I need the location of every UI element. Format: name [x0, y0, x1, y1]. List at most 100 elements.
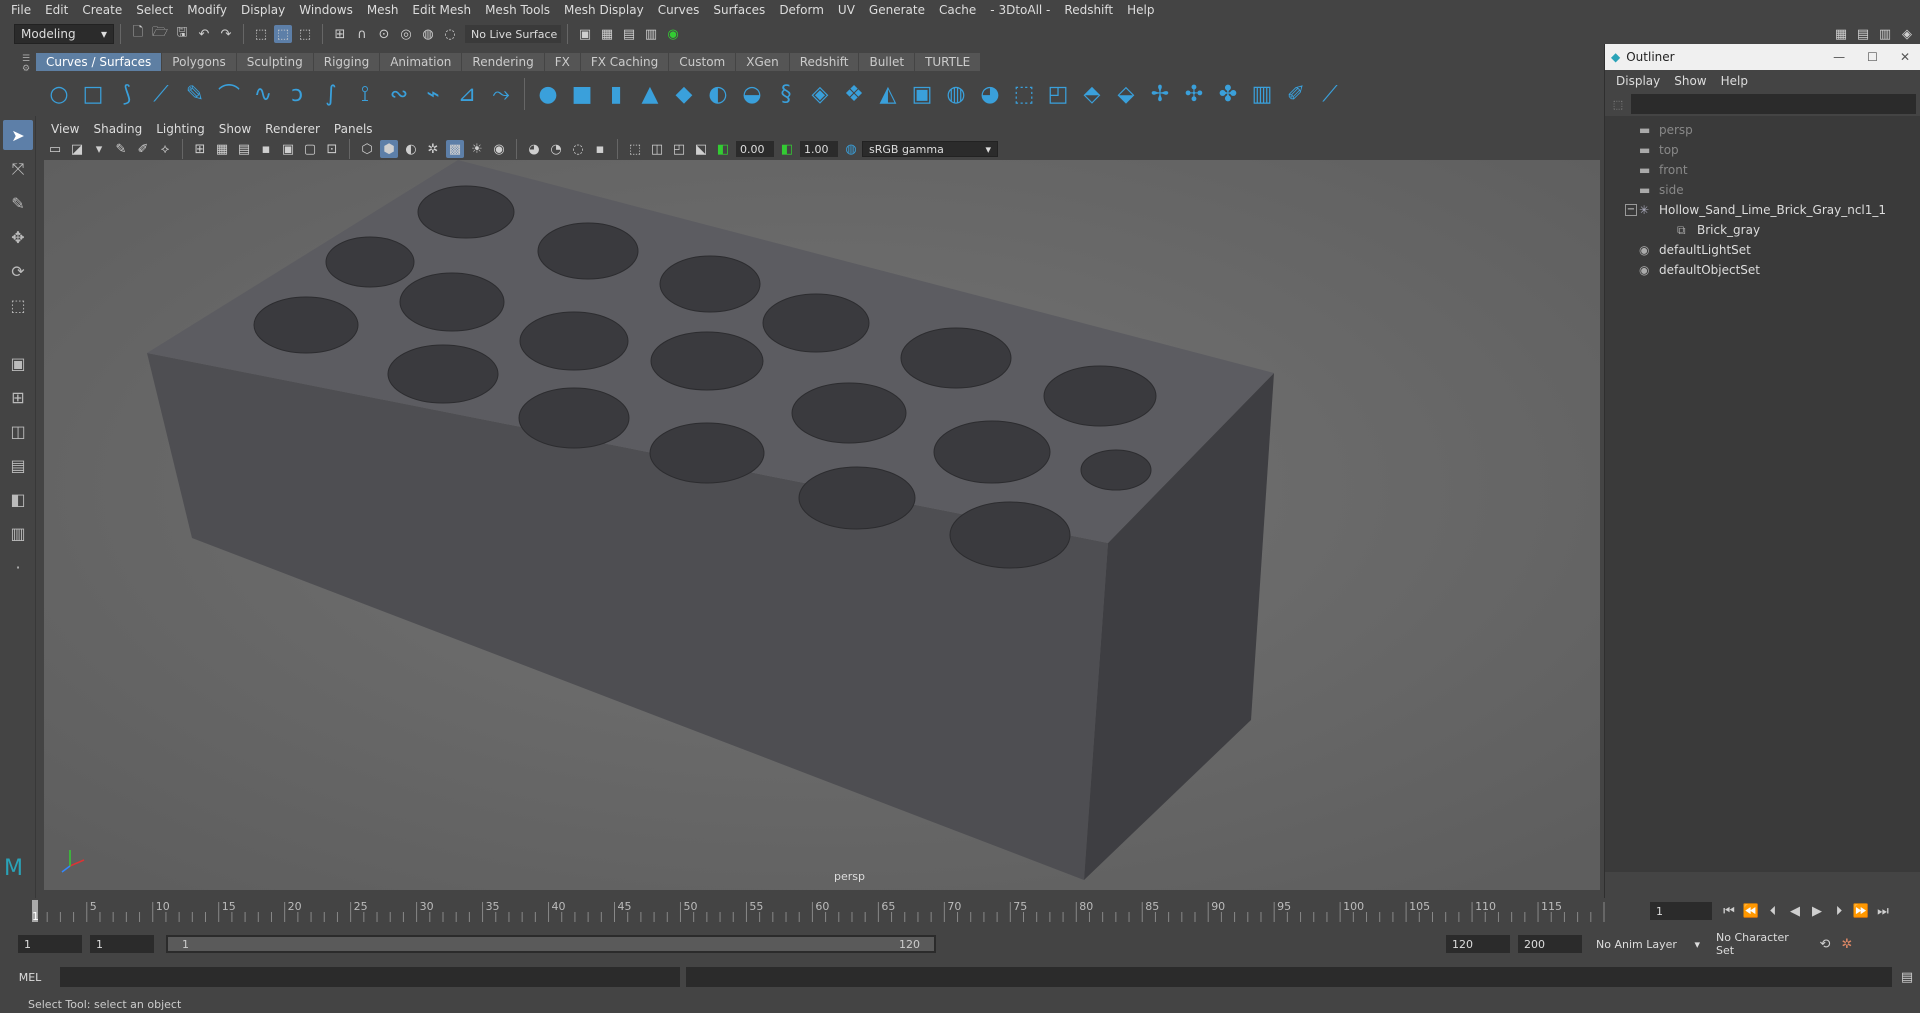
- outliner-item[interactable]: ◉ defaultLightSet: [1605, 240, 1920, 260]
- menu-mesh-tools[interactable]: Mesh Tools: [478, 3, 557, 17]
- command-language-label[interactable]: MEL: [0, 971, 60, 984]
- image-plane-icon[interactable]: ✎: [112, 140, 130, 158]
- torus-icon[interactable]: ◐: [703, 79, 733, 109]
- workspace-icon[interactable]: ◈: [1898, 25, 1916, 43]
- anti-aliasing-icon[interactable]: ◌: [569, 140, 587, 158]
- sphere-icon[interactable]: ●: [533, 79, 563, 109]
- animation-end-field[interactable]: 200: [1518, 935, 1582, 953]
- single-perspective-layout-icon[interactable]: ▣: [3, 348, 33, 378]
- menu-windows[interactable]: Windows: [292, 3, 360, 17]
- exposure-icon[interactable]: ◧: [714, 140, 732, 158]
- menu-cache[interactable]: Cache: [932, 3, 983, 17]
- curve-tool-icon[interactable]: ⊿: [452, 79, 482, 109]
- select-object-icon[interactable]: ⬚: [274, 25, 292, 43]
- square-curve-icon[interactable]: □: [78, 79, 108, 109]
- range-slider[interactable]: 1 120: [166, 935, 936, 953]
- maximize-icon[interactable]: ☐: [1867, 50, 1878, 64]
- outliner-item[interactable]: ▬ top: [1605, 140, 1920, 160]
- shelf-tab-animation[interactable]: Animation: [380, 53, 462, 71]
- step-back-key-icon[interactable]: ⏪: [1742, 902, 1760, 920]
- default-material-icon[interactable]: ◐: [402, 140, 420, 158]
- curve-tool-icon[interactable]: ∾: [384, 79, 414, 109]
- animation-start-field[interactable]: 1: [18, 935, 82, 953]
- screen-space-ao-icon[interactable]: ◕: [525, 140, 543, 158]
- surface-tool-icon[interactable]: ⬘: [1077, 79, 1107, 109]
- circle-curve-icon[interactable]: ○: [44, 79, 74, 109]
- outliner-item[interactable]: ▬ side: [1605, 180, 1920, 200]
- range-slider-handle[interactable]: 1 120: [168, 937, 934, 951]
- motion-blur-icon[interactable]: ◔: [547, 140, 565, 158]
- viewport-menu-show[interactable]: Show: [212, 122, 258, 136]
- shelf-tab-fx-caching[interactable]: FX Caching: [580, 53, 669, 71]
- live-surface-field[interactable]: No Live Surface: [465, 25, 561, 43]
- shelf-tab-sculpting[interactable]: Sculpting: [236, 53, 313, 71]
- shelf-tab-custom[interactable]: Custom: [669, 53, 736, 71]
- mode-dropdown[interactable]: Modeling ▾: [14, 24, 114, 44]
- outliner-search-input[interactable]: [1631, 94, 1916, 114]
- outliner-menu-help[interactable]: Help: [1714, 74, 1755, 88]
- character-set-dropdown[interactable]: No Character Set: [1710, 931, 1814, 957]
- surface-tool-icon[interactable]: ◕: [975, 79, 1005, 109]
- play-backward-icon[interactable]: ◀: [1786, 902, 1804, 920]
- go-to-start-icon[interactable]: ⏮: [1720, 902, 1738, 920]
- menu-redshift[interactable]: Redshift: [1057, 3, 1120, 17]
- snap-grid-icon[interactable]: ⊞: [331, 25, 349, 43]
- xray-joints-icon[interactable]: ◰: [670, 140, 688, 158]
- shadows-icon[interactable]: ◉: [490, 140, 508, 158]
- grid-icon[interactable]: ⊞: [191, 140, 209, 158]
- xray-icon[interactable]: ◫: [648, 140, 666, 158]
- lasso-tool-icon[interactable]: ⤧: [3, 154, 33, 184]
- pencil-curve-icon[interactable]: ✎: [180, 79, 210, 109]
- surface-tool-icon[interactable]: ◈: [805, 79, 835, 109]
- camera-select-icon[interactable]: ▭: [46, 140, 64, 158]
- shelf-tab-rendering[interactable]: Rendering: [462, 53, 544, 71]
- surface-tool-icon[interactable]: ✣: [1179, 79, 1209, 109]
- menu-create[interactable]: Create: [75, 3, 129, 17]
- menu-select[interactable]: Select: [129, 3, 180, 17]
- resolution-gate-icon[interactable]: ▤: [235, 140, 253, 158]
- curve-tool-icon[interactable]: ∫: [316, 79, 346, 109]
- surface-tool-icon[interactable]: ◍: [941, 79, 971, 109]
- color-space-dropdown[interactable]: sRGB gamma ▾: [862, 141, 998, 157]
- surface-tool-icon[interactable]: ▥: [1247, 79, 1277, 109]
- textured-icon[interactable]: ▩: [446, 140, 464, 158]
- playback-start-field[interactable]: 1: [90, 935, 154, 953]
- surface-tool-icon[interactable]: ⬚: [1009, 79, 1039, 109]
- playback-end-field[interactable]: 120: [1446, 935, 1510, 953]
- bezier-icon[interactable]: ∿: [248, 79, 278, 109]
- shelf-tab-turtle[interactable]: TURTLE: [915, 53, 981, 71]
- cylinder-icon[interactable]: ▮: [601, 79, 631, 109]
- save-scene-icon[interactable]: 🖫: [173, 25, 191, 43]
- menu-file[interactable]: File: [4, 3, 38, 17]
- current-frame-field[interactable]: 1: [1650, 902, 1712, 920]
- two-d-pan-icon[interactable]: ⟡: [156, 140, 174, 158]
- grease-pencil-icon[interactable]: ✐: [134, 140, 152, 158]
- open-scene-icon[interactable]: 🗁: [151, 25, 169, 43]
- shelf-options-icon[interactable]: ☰ ⚙: [22, 54, 32, 94]
- outliner-item[interactable]: ⧉ Brick_gray: [1605, 220, 1920, 240]
- outliner-item[interactable]: ◉ defaultObjectSet: [1605, 260, 1920, 280]
- shelf-tab-polygons[interactable]: Polygons: [162, 53, 236, 71]
- cone-icon[interactable]: ▲: [635, 79, 665, 109]
- safe-action-icon[interactable]: ▢: [301, 140, 319, 158]
- camera-attributes-icon[interactable]: ◪: [68, 140, 86, 158]
- shelf-tab-rigging[interactable]: Rigging: [313, 53, 380, 71]
- surface-tool-icon[interactable]: ◰: [1043, 79, 1073, 109]
- animation-prefs-icon[interactable]: ✲: [1838, 935, 1856, 953]
- viewport-menu-panels[interactable]: Panels: [327, 122, 380, 136]
- select-tool-icon[interactable]: ➤: [3, 120, 33, 150]
- surface-tool-icon[interactable]: ⟋: [1315, 79, 1345, 109]
- anim-layer-dropdown[interactable]: No Anim Layer ▾: [1590, 935, 1706, 953]
- shelf-tab-curves-surfaces[interactable]: Curves / Surfaces: [36, 53, 162, 71]
- select-hierarchy-icon[interactable]: ⬚: [252, 25, 270, 43]
- shelf-tab-xgen[interactable]: XGen: [736, 53, 789, 71]
- bookmark-icon[interactable]: ▾: [90, 140, 108, 158]
- two-panel-layout-icon[interactable]: ◫: [3, 416, 33, 446]
- surface-tool-icon[interactable]: ◭: [873, 79, 903, 109]
- redo-icon[interactable]: ↷: [217, 25, 235, 43]
- menu-edit[interactable]: Edit: [38, 3, 75, 17]
- scale-tool-icon[interactable]: ⬚: [3, 290, 33, 320]
- menu-uv[interactable]: UV: [831, 3, 862, 17]
- select-component-icon[interactable]: ⬚: [296, 25, 314, 43]
- workspace-icon[interactable]: ▤: [1854, 25, 1872, 43]
